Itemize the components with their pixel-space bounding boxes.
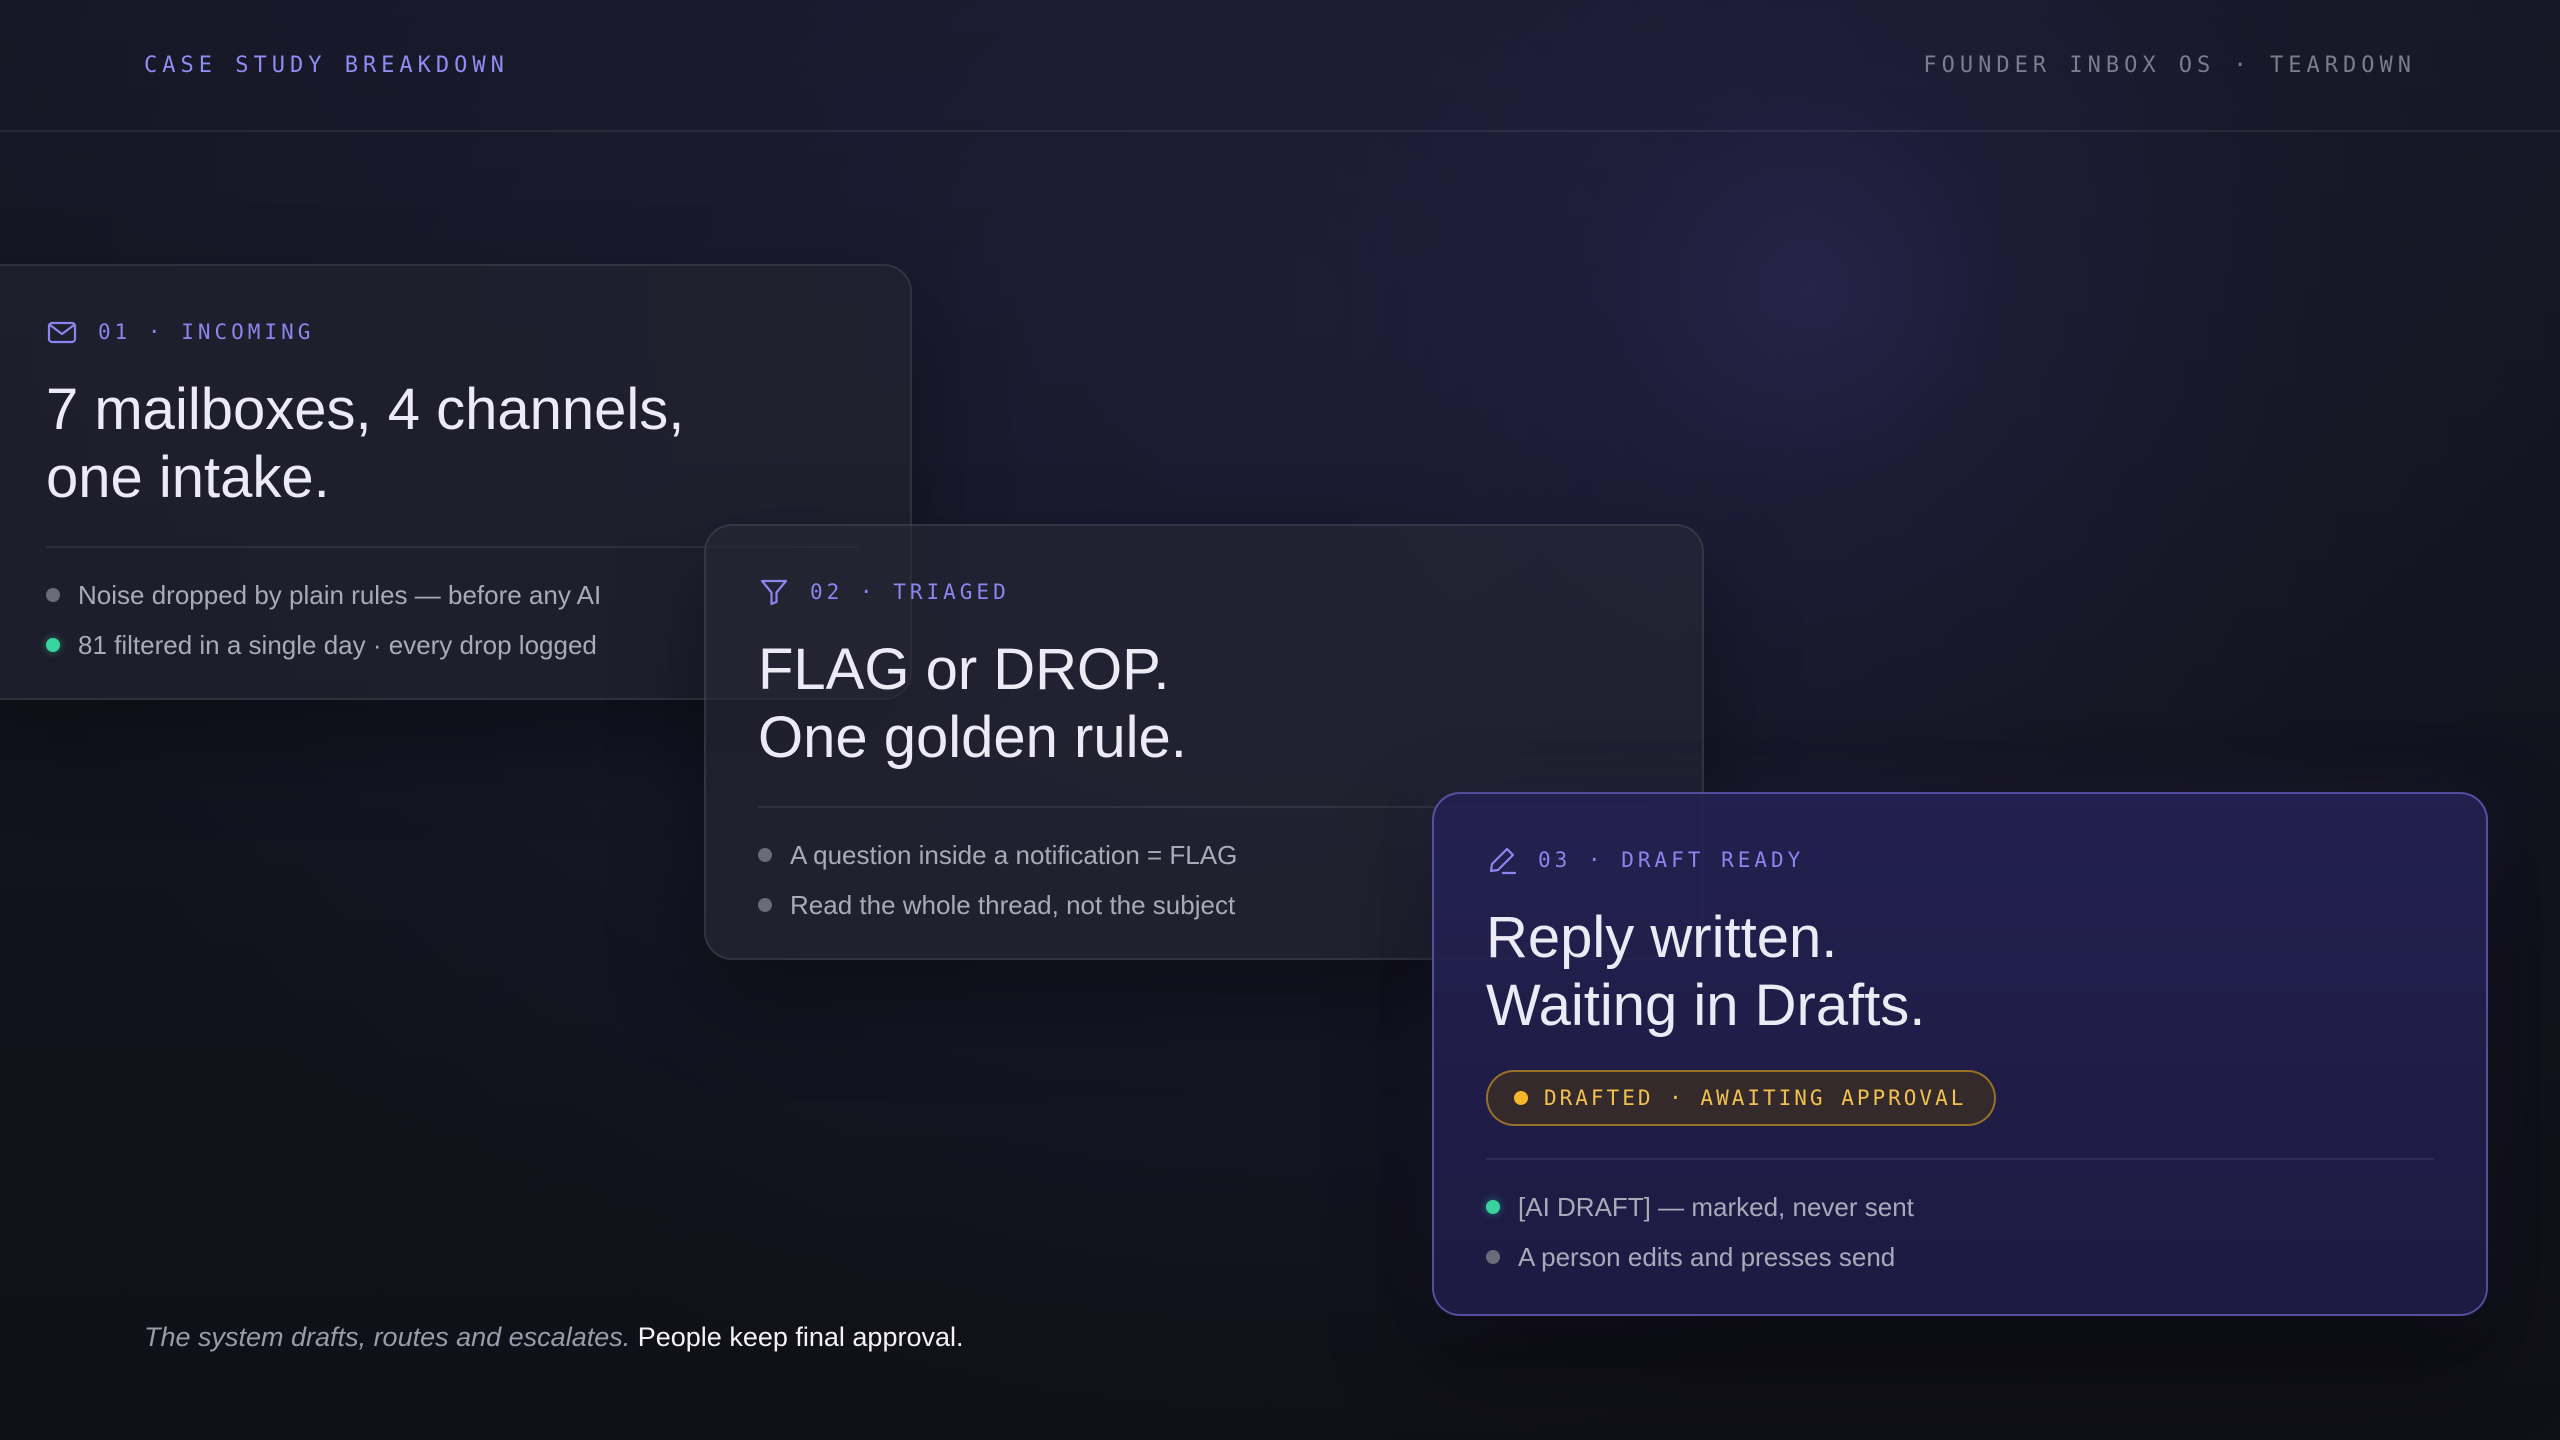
gray-dot-icon [758,898,772,912]
status-badge-label: DRAFTED · AWAITING APPROVAL [1544,1086,1967,1110]
card-title: Reply written. Waiting in Drafts. [1486,904,2434,1040]
stage-card-draft-ready: 03 · DRAFT READY Reply written. Waiting … [1432,792,2488,1316]
step-label: 03 · DRAFT READY [1538,848,1805,872]
footer-caption-italic: The system drafts, routes and escalates. [144,1322,631,1352]
list-item-text: A person edits and presses send [1518,1241,1896,1272]
gray-dot-icon [1486,1250,1500,1264]
step-label: 02 · TRIAGED [810,580,1010,604]
gray-dot-icon [46,588,60,602]
card-title-line: one intake. [46,445,330,510]
list-item-text: 81 filtered in a single day · every drop… [78,629,597,660]
footer-caption-emphasis: People keep final approval. [637,1322,964,1352]
green-dot-icon [46,638,60,652]
card-title-line: Waiting in Drafts. [1486,973,1926,1038]
context-label: FOUNDER INBOX OS · TEARDOWN [1923,53,2416,78]
top-bar: CASE STUDY BREAKDOWN FOUNDER INBOX OS · … [0,0,2560,132]
card-title-line: FLAG or DROP. [758,637,1170,702]
step-label: 01 · INCOMING [98,320,315,344]
list-item-text: A question inside a notification = FLAG [790,839,1238,870]
step-header: 01 · INCOMING [46,316,858,348]
amber-dot-icon [1514,1091,1528,1105]
status-badge: DRAFTED · AWAITING APPROVAL [1486,1070,1997,1126]
list-item: A person edits and presses send [1486,1232,2434,1282]
list-item-text: Noise dropped by plain rules — before an… [78,579,602,610]
pen-icon [1489,847,1517,875]
filter-icon [760,579,788,606]
step-header: 03 · DRAFT READY [1486,844,2434,876]
mail-icon [47,321,77,344]
card-title-line: One golden rule. [758,705,1187,770]
card-title: 7 mailboxes, 4 channels, one intake. [46,376,858,512]
list-item: [AI DRAFT] — marked, never sent [1486,1182,2434,1232]
list-item-text: [AI DRAFT] — marked, never sent [1518,1191,1914,1222]
card-title-line: 7 mailboxes, 4 channels, [46,377,685,442]
card-title-line: Reply written. [1486,905,1838,970]
step-header: 02 · TRIAGED [758,576,1650,608]
list-item-text: Read the whole thread, not the subject [790,889,1236,920]
divider [1486,1158,2434,1160]
gray-dot-icon [758,848,772,862]
green-dot-icon [1486,1200,1500,1214]
card-title: FLAG or DROP. One golden rule. [758,636,1650,772]
section-label: CASE STUDY BREAKDOWN [144,53,509,78]
bullet-list: [AI DRAFT] — marked, never sent A person… [1486,1182,2434,1282]
footer-caption: The system drafts, routes and escalates.… [144,1322,963,1353]
